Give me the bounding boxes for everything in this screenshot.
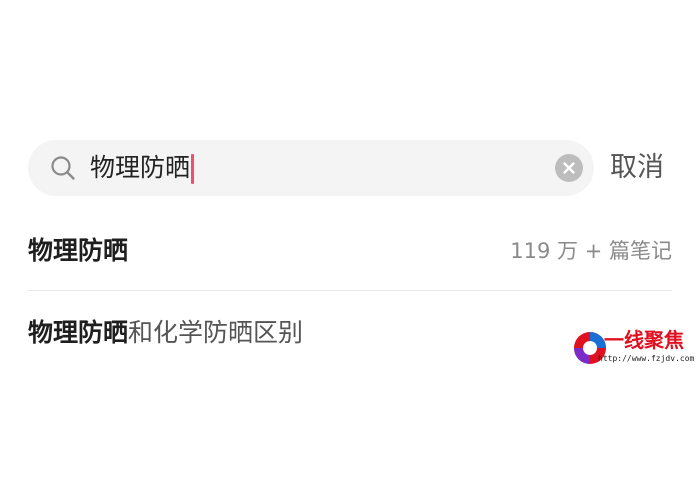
cancel-button[interactable]: 取消 — [610, 150, 664, 186]
suggestion-rest-text: 和化学防晒区别 — [128, 318, 304, 347]
search-bar-row: 物理防晒 取消 — [28, 140, 674, 196]
suggestion-item[interactable]: 物理防晒 119 万 + 篇笔记 — [28, 222, 672, 278]
text-cursor — [191, 154, 195, 184]
suggestion-match-text: 物理防晒 — [28, 236, 129, 265]
divider — [28, 290, 672, 291]
search-query-text: 物理防晒 — [90, 153, 191, 182]
watermark: 一线聚焦 http://www.fzjdv.com — [572, 326, 694, 372]
search-query: 物理防晒 — [90, 152, 195, 184]
suggestion-match-text: 物理防晒 — [28, 318, 129, 347]
suggestion-note-count: 119 万 + 篇笔记 — [510, 239, 672, 263]
watermark-title: 一线聚焦 — [604, 328, 684, 352]
suggestion-title: 物理防晒 — [28, 234, 128, 268]
clear-icon[interactable] — [555, 154, 583, 182]
suggestion-title: 物理防晒和化学防晒区别 — [28, 316, 303, 350]
search-page: 物理防晒 取消 物理防晒 119 万 + 篇笔记 物理防晒和化学防晒区别 一线聚… — [0, 0, 700, 500]
search-input[interactable]: 物理防晒 — [28, 140, 594, 196]
watermark-url: http://www.fzjdv.com — [598, 354, 695, 363]
search-icon — [50, 155, 76, 181]
